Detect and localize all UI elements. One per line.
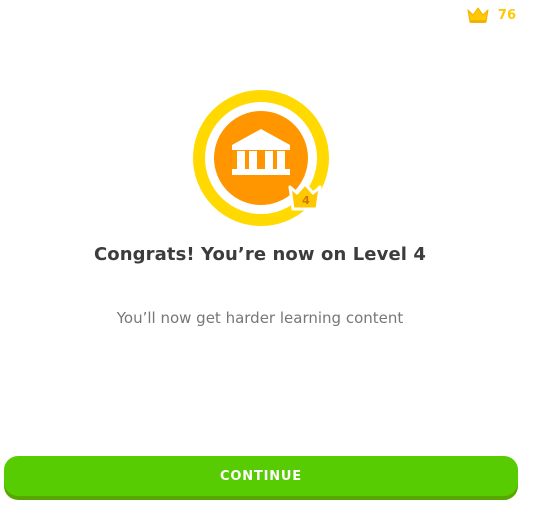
crown-count: 76 (497, 7, 516, 23)
congrats-title: Congrats! You’re now on Level 4 (93, 244, 427, 265)
crown-counter[interactable]: 76 (466, 6, 516, 24)
continue-button[interactable]: CONTINUE (4, 456, 518, 496)
level-badge: 4 (191, 88, 331, 228)
level-up-screen: 76 4 Congrats! You’re now on Level 4 You… (0, 0, 534, 520)
crown-icon (466, 6, 490, 24)
congrats-subtitle: You’ll now get harder learning content (116, 309, 404, 327)
level-number: 4 (302, 194, 310, 207)
